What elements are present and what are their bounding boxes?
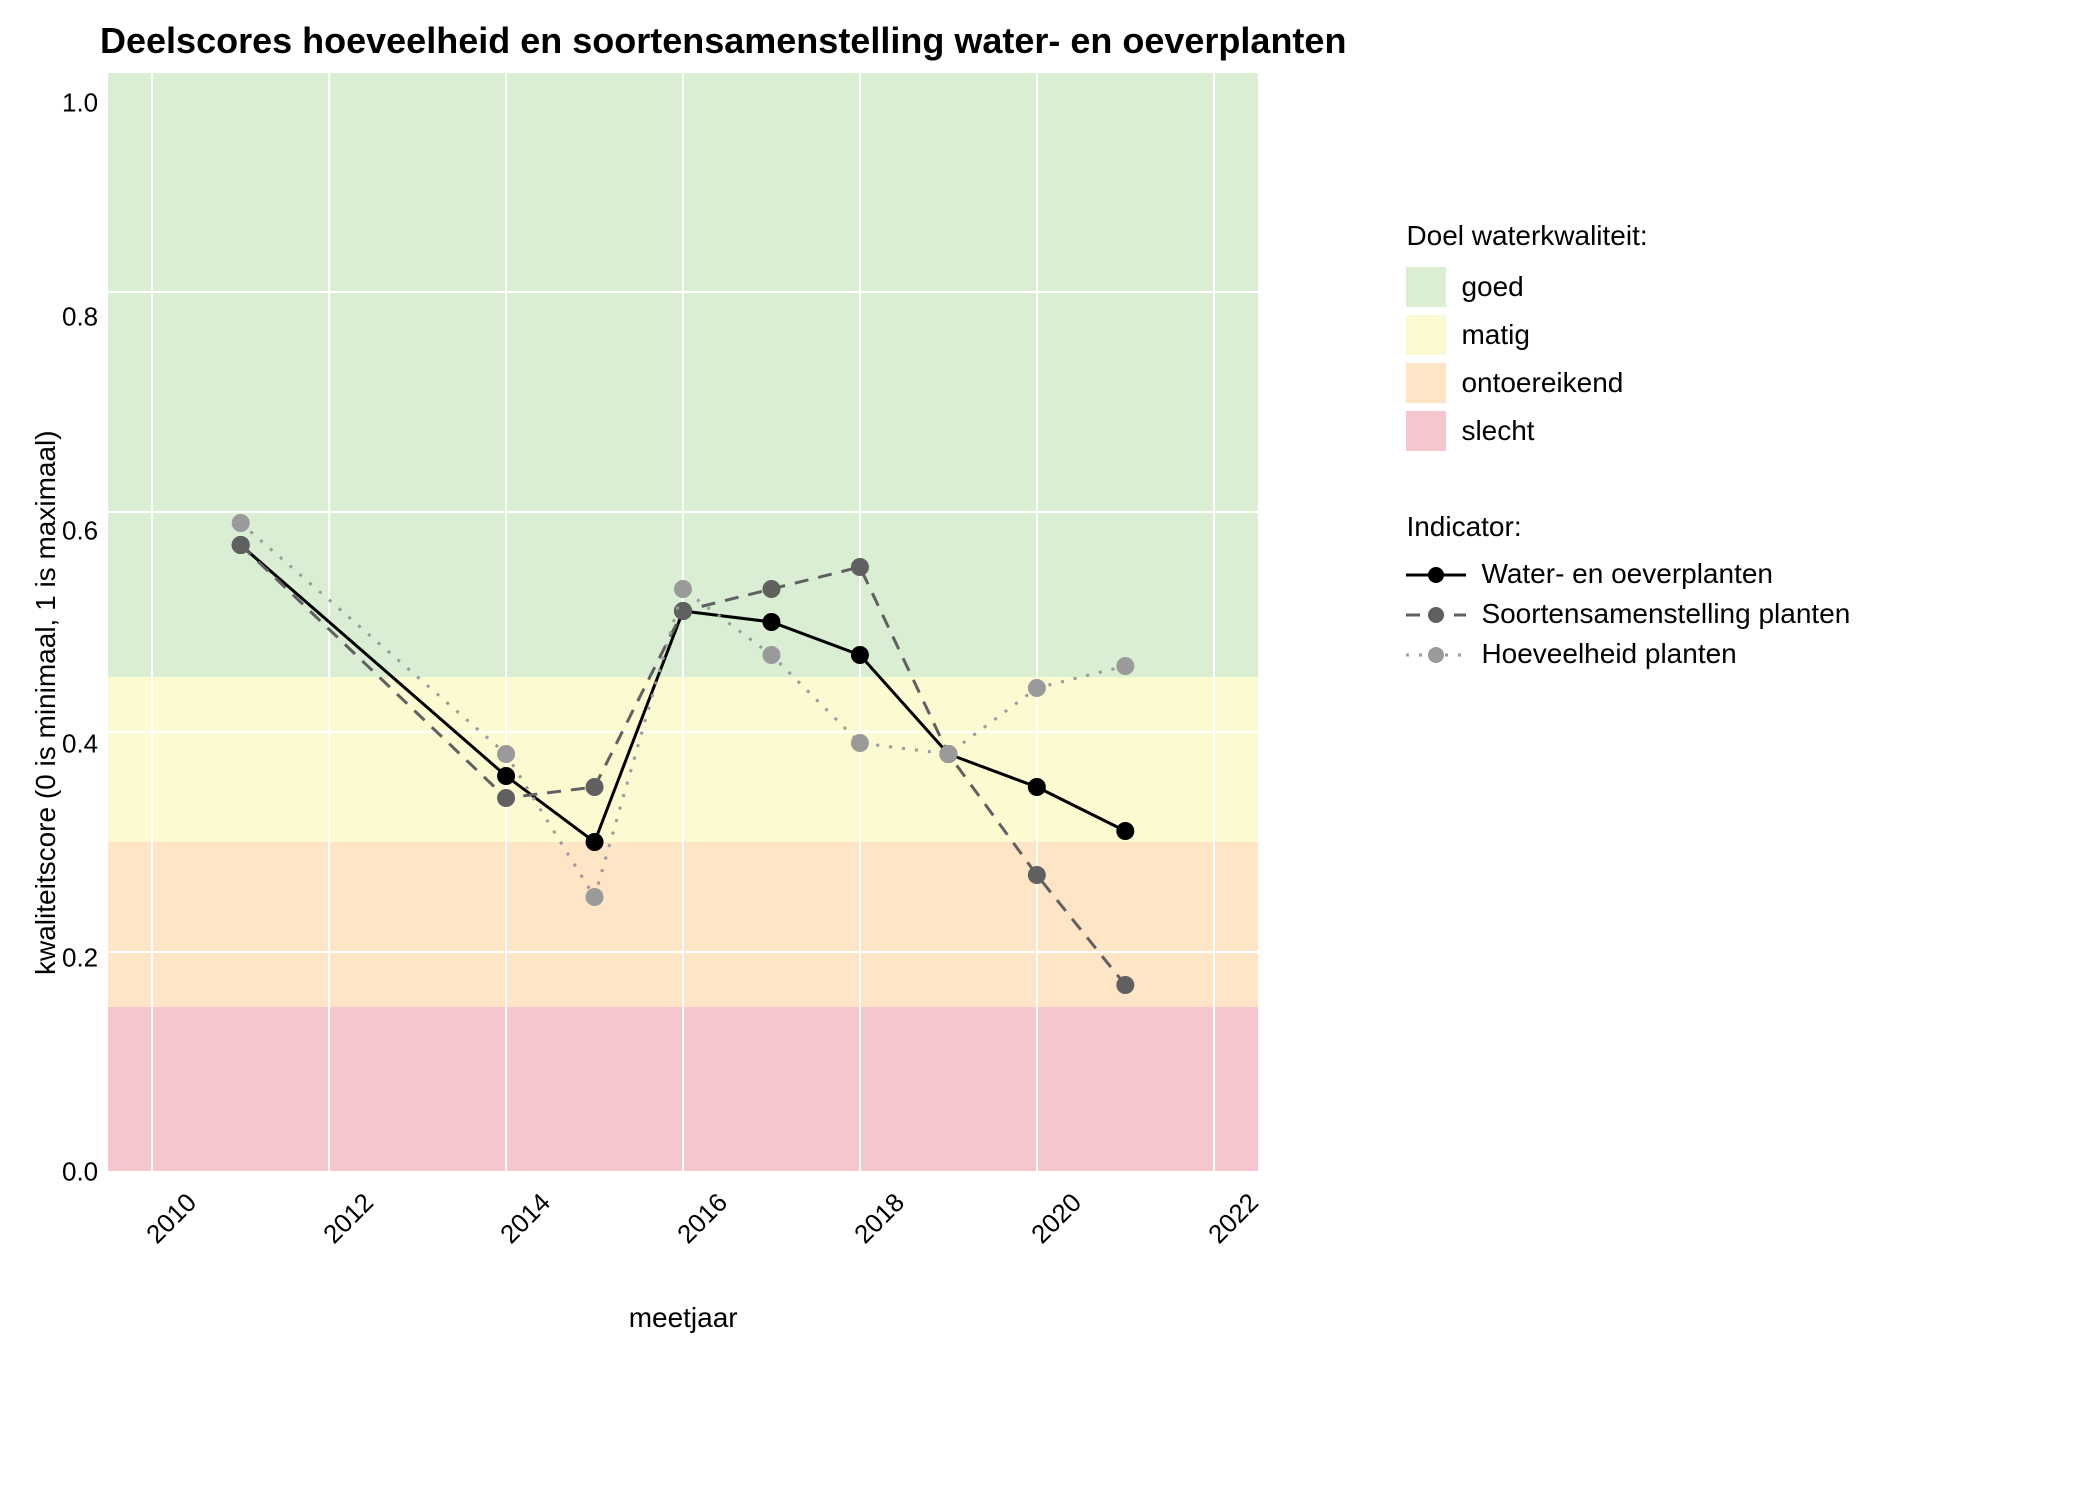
legend-series-label: Soortensamenstelling planten [1481,598,1850,630]
data-point [586,833,604,851]
legend-band-label: goed [1461,271,1523,303]
legend-band-item: matig [1406,315,1850,355]
legend-indicator-section: Indicator: Water- en oeverplanten Soorten… [1406,511,1850,670]
data-point [586,778,604,796]
chart-area: Deelscores hoeveelheid en soortensamenst… [20,20,1346,1334]
series-line [241,523,1126,897]
data-point [940,745,958,763]
data-point [851,734,869,752]
chart-container: Deelscores hoeveelheid en soortensamenst… [20,20,2080,1334]
data-point [1028,778,1046,796]
legend-band-items: goed matig ontoereikend slecht [1406,267,1850,451]
legend-band-item: ontoereikend [1406,363,1850,403]
y-tick-label: 0.2 [62,943,98,974]
legend-swatch [1406,315,1446,355]
y-axis-label: kwaliteitscore (0 is minimaal, 1 is maxi… [20,72,62,1334]
data-point [674,580,692,598]
legend-swatch [1406,363,1446,403]
y-tick-label: 1.0 [62,88,98,119]
x-axis: 2010201220142016201820202022 [108,1172,1258,1242]
y-tick-label: 0.0 [62,1156,98,1187]
y-tick-label: 0.6 [62,515,98,546]
data-point [232,536,250,554]
data-point [1116,822,1134,840]
x-tick-label: 2010 [140,1187,203,1250]
x-tick-label: 2018 [848,1187,911,1250]
legend-quality-title: Doel waterkwaliteit: [1406,220,1850,252]
legend: Doel waterkwaliteit: goed matig ontoereike… [1406,220,1850,730]
legend-band-label: slecht [1461,415,1534,447]
y-tick-label: 0.8 [62,301,98,332]
data-point [763,613,781,631]
line-overlay [108,72,1258,1172]
data-point [497,767,515,785]
data-point [763,646,781,664]
x-tick-label: 2014 [494,1187,557,1250]
legend-band-label: matig [1461,319,1529,351]
y-axis: 1.00.80.60.40.20.0 [62,72,108,1172]
data-point [1116,657,1134,675]
legend-indicator-title: Indicator: [1406,511,1850,543]
data-point [1028,679,1046,697]
legend-series-item: Hoeveelheid planten [1406,638,1850,670]
legend-quality-section: Doel waterkwaliteit: goed matig ontoereike… [1406,220,1850,451]
x-tick-label: 2012 [317,1187,380,1250]
legend-band-item: goed [1406,267,1850,307]
data-point [763,580,781,598]
data-point [497,745,515,763]
legend-swatch [1406,411,1446,451]
legend-band-item: slecht [1406,411,1850,451]
data-point [586,888,604,906]
x-tick-label: 2016 [671,1187,734,1250]
x-tick-label: 2022 [1202,1187,1265,1250]
data-point [851,558,869,576]
plot-column: 2010201220142016201820202022 meetjaar [108,72,1258,1334]
legend-series-label: Water- en oeverplanten [1481,558,1773,590]
data-point [497,789,515,807]
data-point [674,602,692,620]
legend-line-sample [1406,642,1466,666]
legend-series-label: Hoeveelheid planten [1481,638,1736,670]
legend-series-items: Water- en oeverplanten Soortensamenstelli… [1406,558,1850,670]
legend-line-sample [1406,602,1466,626]
y-tick-label: 0.4 [62,729,98,760]
plot-wrapper: kwaliteitscore (0 is minimaal, 1 is maxi… [20,72,1346,1334]
x-axis-label: meetjaar [108,1302,1258,1334]
chart-title: Deelscores hoeveelheid en soortensamenst… [100,20,1346,62]
x-tick-label: 2020 [1025,1187,1088,1250]
data-point [1028,866,1046,884]
legend-swatch [1406,267,1446,307]
legend-series-item: Soortensamenstelling planten [1406,598,1850,630]
data-point [1116,976,1134,994]
legend-band-label: ontoereikend [1461,367,1623,399]
plot-area [108,72,1258,1172]
data-point [232,514,250,532]
legend-series-item: Water- en oeverplanten [1406,558,1850,590]
legend-line-sample [1406,562,1466,586]
data-point [851,646,869,664]
